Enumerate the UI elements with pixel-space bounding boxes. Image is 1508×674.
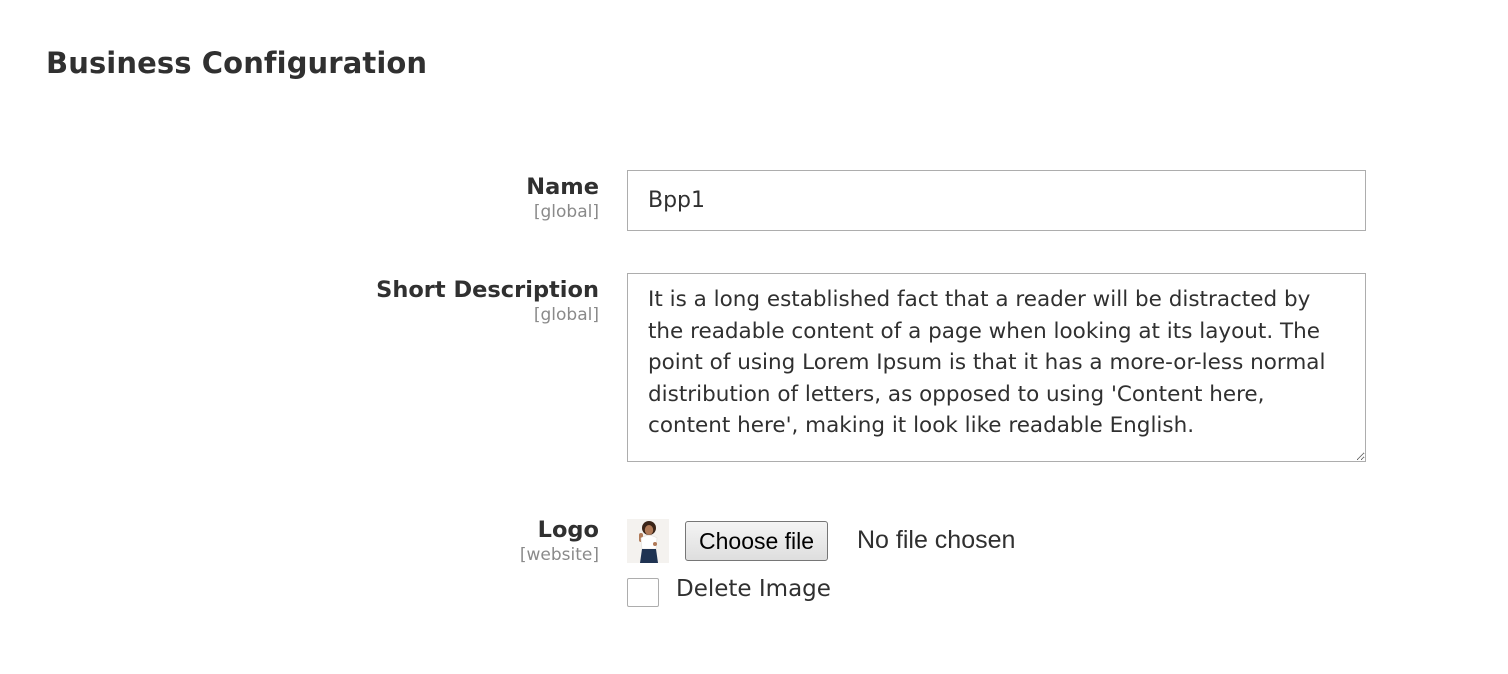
logo-preview-picture bbox=[627, 519, 669, 563]
name-field-label: Name [global] bbox=[526, 173, 599, 222]
short-description-textarea[interactable]: It is a long established fact that a rea… bbox=[627, 273, 1366, 462]
delete-image-label[interactable]: Delete Image bbox=[676, 574, 831, 604]
short-description-field-label: Short Description [global] bbox=[376, 276, 599, 325]
file-status-text: No file chosen bbox=[857, 526, 1016, 554]
business-configuration-page: Business Configuration Name [global] Sho… bbox=[0, 0, 1508, 674]
delete-image-checkbox[interactable] bbox=[627, 578, 659, 607]
name-scope-label: [global] bbox=[533, 202, 599, 222]
logo-scope-label: [website] bbox=[519, 545, 599, 565]
short-description-label: Short Description bbox=[376, 277, 599, 303]
logo-label: Logo bbox=[537, 517, 599, 543]
short-description-scope-label: [global] bbox=[533, 305, 599, 325]
logo-field-label: Logo [website] bbox=[520, 516, 599, 565]
choose-file-button[interactable]: Choose file bbox=[685, 521, 829, 561]
name-input[interactable] bbox=[627, 170, 1366, 231]
name-label: Name bbox=[526, 174, 599, 200]
logo-thumbnail-image[interactable] bbox=[627, 519, 669, 563]
section-title: Business Configuration bbox=[46, 46, 428, 80]
